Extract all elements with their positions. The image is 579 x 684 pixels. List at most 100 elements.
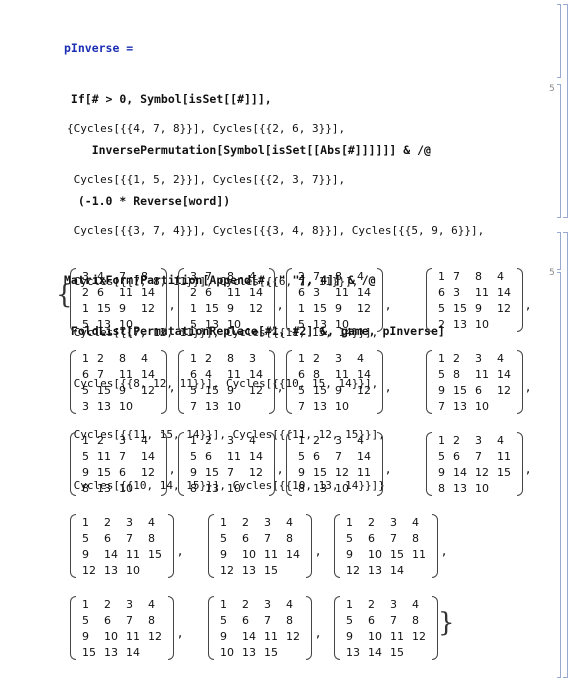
matrix-cell: 7 <box>453 269 460 283</box>
matrix-cell: 7 <box>264 613 271 627</box>
matrix-row: 15 13 14 <box>78 644 166 660</box>
cell1-group-bracket[interactable] <box>563 4 568 218</box>
matrix-left-paren <box>426 268 432 332</box>
matrix-cell: 3 <box>475 433 482 447</box>
matrix-cell: 12 <box>249 383 263 397</box>
matrix-form: 1 2 8 4 6 7 11 14 5 15 9 12 3 13 10 <box>70 350 167 414</box>
matrix-cell: 7 <box>313 269 320 283</box>
matrix-form: 1 2 3 4 5 6 7 8 9 14 11 12 10 13 15 <box>208 596 312 660</box>
matrix-cell: 10 <box>227 317 241 331</box>
matrix-cell: 15 <box>390 547 404 561</box>
matrix-cell: 4 <box>357 269 364 283</box>
matrix-cell: 8 <box>119 351 126 365</box>
matrix-cell: 10 <box>335 317 349 331</box>
matrix-form: 1 2 3 4 5 6 7 8 9 14 11 15 12 13 10 <box>70 514 174 578</box>
matrix-cell: 10 <box>475 481 489 495</box>
matrix-cell: 8 <box>190 481 197 495</box>
list-separator: , <box>170 380 175 395</box>
matrix-left-paren <box>70 432 76 496</box>
matrix-cell: 14 <box>368 645 382 659</box>
list-separator: , <box>316 544 321 559</box>
list-separator: , <box>170 462 175 477</box>
matrix-row: 12 13 14 <box>342 562 430 578</box>
cell1-output-bracket[interactable] <box>557 84 561 218</box>
matrix-row: 7 13 10 <box>434 398 515 414</box>
matrix-cell: 4 <box>286 515 293 529</box>
matrix-cell: 9 <box>82 629 89 643</box>
matrix-row: 9 10 11 14 <box>216 546 304 562</box>
matrix-row: 5 8 11 14 <box>434 366 515 382</box>
matrix-cell: 6 <box>368 613 375 627</box>
matrix-row: 9 14 11 12 <box>216 628 304 644</box>
matrix-cell: 6 <box>242 531 249 545</box>
matrix-cell: 9 <box>438 383 445 397</box>
matrix-cell: 2 <box>368 515 375 529</box>
matrix-row: 6 7 11 14 <box>78 366 159 382</box>
matrix-cell: 15 <box>264 563 278 577</box>
matrix-left-paren <box>334 596 340 660</box>
matrix-cell: 9 <box>227 383 234 397</box>
matrix-left-paren <box>178 268 184 332</box>
matrix-cell: 11 <box>475 367 489 381</box>
matrix-cell: 5 <box>220 531 227 545</box>
matrix-cell: 7 <box>126 531 133 545</box>
matrix-cell <box>144 644 166 660</box>
matrix-cell: 14 <box>286 547 300 561</box>
matrix-row: 9 15 7 12 <box>186 464 267 480</box>
matrix-cell: 12 <box>286 629 300 643</box>
matrix-cell: 15 <box>97 383 111 397</box>
matrix-cell: 4 <box>97 269 104 283</box>
matrix-form: 3 4 7 8 2 6 11 14 1 15 9 12 5 13 10 <box>70 268 167 332</box>
matrix-cell: 4 <box>412 597 419 611</box>
list-separator: , <box>278 380 283 395</box>
matrix-cell: 2 <box>104 597 111 611</box>
matrix-cell: 5 <box>190 449 197 463</box>
matrix-cell: 11 <box>126 547 140 561</box>
matrix-row: 5 13 10 <box>294 316 375 332</box>
cell1-input-line[interactable]: pInverse = <box>64 40 431 57</box>
matrix-cell: 3 <box>264 515 271 529</box>
matrix-left-paren <box>334 514 340 578</box>
matrix-cell: 7 <box>390 613 397 627</box>
matrix-cell: 14 <box>249 449 263 463</box>
matrix-cell: 4 <box>148 597 155 611</box>
cell2-group-bracket[interactable] <box>563 232 568 678</box>
matrix-cell: 11 <box>126 629 140 643</box>
cell2-output-bracket[interactable] <box>557 272 561 678</box>
matrix-cell: 13 <box>368 563 382 577</box>
matrix-cell: 9 <box>119 301 126 315</box>
matrix-cell: 2 <box>298 269 305 283</box>
matrix-cell: 8 <box>286 531 293 545</box>
matrix-cell: 11 <box>227 449 241 463</box>
matrix-row: 6 4 11 14 <box>186 366 267 382</box>
list-separator: , <box>316 626 321 641</box>
list-separator: , <box>386 462 391 477</box>
matrix-left-paren <box>208 596 214 660</box>
matrix-cell: 6 <box>298 285 305 299</box>
matrix-cell: 13 <box>242 563 256 577</box>
matrix-row: 10 13 15 <box>216 644 304 660</box>
matrix-form: 1 2 3 4 5 6 11 14 9 15 7 12 8 13 10 <box>178 432 275 496</box>
matrix-cell: 5 <box>82 613 89 627</box>
matrix-cell <box>282 562 304 578</box>
matrix-row: 6 8 11 14 <box>294 366 375 382</box>
matrix-cell: 12 <box>141 465 155 479</box>
matrix-row: 1784 <box>434 268 515 284</box>
matrix-cell: 7 <box>119 269 126 283</box>
matrix-right-paren <box>377 350 383 414</box>
matrix-cell: 3 <box>119 433 126 447</box>
matrix-row: 27 8 4 <box>294 268 375 284</box>
matrix-cell: 1 <box>298 301 305 315</box>
matrix-cell: 3 <box>390 597 397 611</box>
cell2-input-bracket[interactable] <box>557 232 561 270</box>
matrix-cell: 1 <box>190 301 197 315</box>
cell1-output-mark: 5 <box>549 84 555 94</box>
matrix-row: 9 15 12 11 <box>294 464 375 480</box>
cell1-input-bracket[interactable] <box>557 4 561 78</box>
matrix-cell: 4 <box>412 515 419 529</box>
matrix-cell: 7 <box>126 613 133 627</box>
matrix-row: 5 6 7 8 <box>342 530 430 546</box>
matrix-cell: 6 <box>190 367 197 381</box>
matrix-cell: 9 <box>227 301 234 315</box>
matrix-cell <box>137 316 159 332</box>
